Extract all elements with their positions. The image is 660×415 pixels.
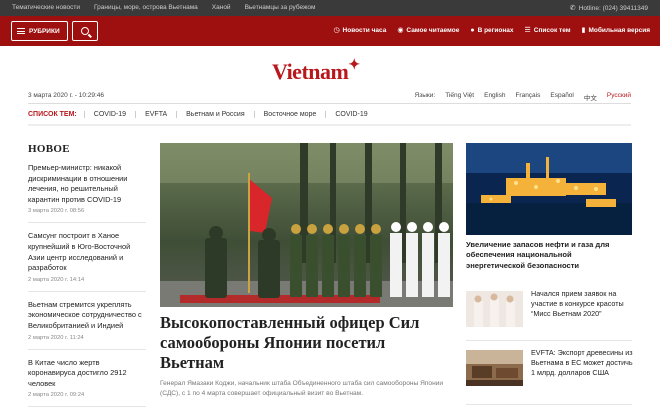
feature-title[interactable]: Увеличение запасов нефти и газа для обес… xyxy=(466,240,632,271)
top-link-thematic[interactable]: Тематические новости xyxy=(12,4,80,11)
search-button[interactable] xyxy=(72,21,98,41)
latest-news: НОВОЕ Премьер-министр: никакой дискримин… xyxy=(28,143,146,415)
list-icon: ☰ xyxy=(524,27,531,34)
topic-evfta[interactable]: EVFTA xyxy=(135,111,176,118)
divider xyxy=(28,103,631,104)
nav-item-most-read[interactable]: ◉ Самое читаемое xyxy=(397,26,460,35)
site-logo[interactable]: Vietnam✦ xyxy=(272,58,360,85)
top-link-borders[interactable]: Границы, море, острова Вьетнама xyxy=(94,4,198,11)
divider xyxy=(466,404,632,405)
top-link-hanoi[interactable]: Ханой xyxy=(212,4,231,11)
rubriki-label: РУБРИКИ xyxy=(29,27,60,35)
current-date: 3 марта 2020 г. - 10:29:46 xyxy=(28,92,105,99)
lang-french[interactable]: Français xyxy=(515,92,540,102)
article-title[interactable]: Начался прием заявок на участие в конкур… xyxy=(531,289,633,319)
map-pin-icon: ● xyxy=(470,26,475,34)
main-article-image[interactable] xyxy=(160,143,453,307)
news-title[interactable]: В Китае число жертв коронавируса достигл… xyxy=(28,358,146,390)
topic-vietnam-russia[interactable]: Вьетнам и Россия xyxy=(176,111,254,118)
lang-vietnamese[interactable]: Tiếng Việt xyxy=(445,92,474,102)
nav-item-latest[interactable]: ◷ Новости часа xyxy=(333,26,387,35)
news-date: 2 марта 2020 г. 09:24 xyxy=(28,392,85,399)
news-title[interactable]: Вьетнам стремится укреплять экономическо… xyxy=(28,300,146,332)
list-item[interactable]: Вьетнам стремится укреплять экономическо… xyxy=(28,300,146,350)
rubriki-button[interactable]: РУБРИКИ xyxy=(11,21,68,41)
nav-item-label: Новости часа xyxy=(342,26,387,34)
nav-item-regions[interactable]: ● В регионах xyxy=(470,26,513,34)
star-icon: ✦ xyxy=(348,58,360,73)
logo-text: Vietnam xyxy=(272,59,349,84)
nav-item-label: Список тем xyxy=(533,26,571,34)
news-date: 2 марта 2020 г. 11:24 xyxy=(28,334,84,341)
news-date: 3 марта 2020 г. 08:56 xyxy=(28,208,85,215)
language-switcher: Языки: Tiếng Việt English Français Españ… xyxy=(415,92,631,102)
news-title[interactable]: Премьер-министр: никакой дискриминации в… xyxy=(28,163,146,205)
divider xyxy=(28,124,631,126)
news-heading: НОВОЕ xyxy=(28,143,70,155)
nav-item-topics[interactable]: ☰ Список тем xyxy=(524,26,571,35)
list-item[interactable]: В Китае число жертв коронавируса достигл… xyxy=(28,358,146,408)
article-thumbnail[interactable] xyxy=(466,291,523,327)
topics-label: СПИСОК ТЕМ: xyxy=(28,111,77,118)
divider xyxy=(466,340,632,341)
mobile-icon: ▮ xyxy=(581,27,586,34)
nav-item-label: В регионах xyxy=(477,26,514,34)
list-item[interactable]: Самсунг построит в Ханое крупнейший в Юг… xyxy=(28,231,146,292)
lang-spanish[interactable]: Español xyxy=(550,92,574,102)
main-nav: РУБРИКИ ◷ Новости часа ◉ Самое читаемое … xyxy=(0,16,660,46)
hotline: ✆ Hotline: (024) 39411349 xyxy=(569,4,648,13)
nav-item-label: Мобильная версия xyxy=(588,26,650,34)
nav-links: ◷ Новости часа ◉ Самое читаемое ● В реги… xyxy=(333,26,650,35)
news-title[interactable]: Самсунг построит в Ханое крупнейший в Юг… xyxy=(28,231,146,273)
article-title[interactable]: EVFTA: Экспорт древесины из Вьетнама в Е… xyxy=(531,348,633,378)
oil-platform-illustration xyxy=(466,143,632,235)
article-thumbnail[interactable] xyxy=(466,350,523,386)
beauty-contest-thumbnail xyxy=(466,291,523,327)
main-lead: Генерал Ямазаки Коджи, начальник штаба О… xyxy=(160,380,444,397)
honor-guard-illustration xyxy=(160,143,453,307)
menu-icon xyxy=(17,28,25,34)
lang-english[interactable]: English xyxy=(484,92,505,102)
top-links: Тематические новости Границы, море, остр… xyxy=(12,4,315,11)
top-bar: Тематические новости Границы, море, остр… xyxy=(0,0,660,16)
main-headline[interactable]: Высокопоставленный офицер Сил самооборон… xyxy=(160,313,450,373)
nav-item-mobile[interactable]: ▮ Мобильная версия xyxy=(581,26,650,35)
lang-chinese[interactable]: 中文 xyxy=(584,92,597,102)
hotline-text: Hotline: (024) 39411349 xyxy=(578,4,648,12)
nav-item-label: Самое читаемое xyxy=(406,26,460,34)
topic-east-sea[interactable]: Восточное море xyxy=(253,111,326,118)
eye-icon: ◉ xyxy=(397,27,404,34)
top-link-overseas[interactable]: Вьетнамцы за рубежом xyxy=(245,4,316,11)
topic-covid-2[interactable]: COVID-19 xyxy=(325,111,376,118)
clock-icon: ◷ xyxy=(333,27,340,34)
news-date: 2 марта 2020 г. 14:14 xyxy=(28,276,85,283)
phone-icon: ✆ xyxy=(569,5,576,12)
topic-covid[interactable]: COVID-19 xyxy=(83,111,135,118)
feature-image[interactable] xyxy=(466,143,632,235)
search-icon xyxy=(81,27,89,35)
languages-label: Языки: xyxy=(414,92,436,99)
furniture-thumbnail xyxy=(466,350,523,386)
topics-bar: СПИСОК ТЕМ: COVID-19 EVFTA Вьетнам и Рос… xyxy=(28,111,377,118)
list-item[interactable]: Премьер-министр: никакой дискриминации в… xyxy=(28,163,146,224)
lang-russian[interactable]: Русский xyxy=(607,92,631,102)
